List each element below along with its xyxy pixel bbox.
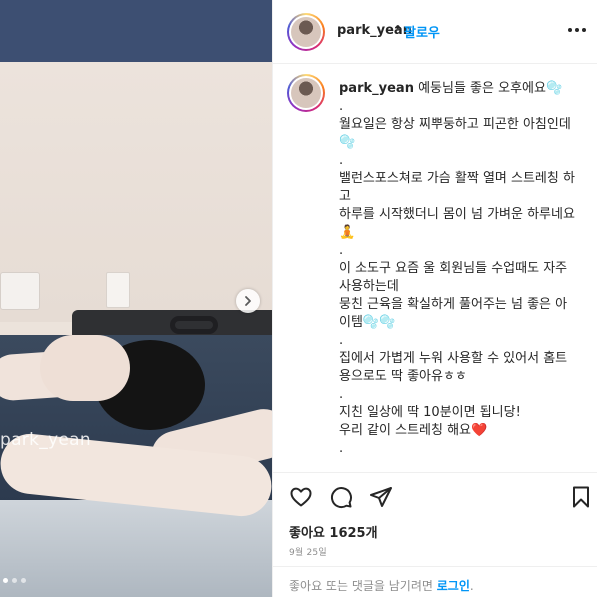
avatar-image xyxy=(291,17,321,47)
comment-icon[interactable] xyxy=(329,485,353,509)
heart-icon[interactable] xyxy=(289,485,313,509)
photo-background-top xyxy=(0,0,272,62)
carousel-dot xyxy=(3,578,8,583)
photo-reformer-handle xyxy=(170,316,218,334)
photo-wall-socket xyxy=(0,272,40,310)
carousel-dot xyxy=(12,578,17,583)
photo-wall xyxy=(0,62,272,322)
carousel-dots xyxy=(3,578,26,583)
post-header: park_yean • 팔로우 xyxy=(273,0,597,64)
caption-section: park_yean 예둥님들 좋은 오후에요🫧 . 월요일은 항상 찌뿌둥하고 … xyxy=(273,64,597,472)
photo-watermark: park_yean xyxy=(0,430,91,450)
action-bar xyxy=(273,472,597,518)
caption-text: park_yean 예둥님들 좋은 오후에요🫧 . 월요일은 항상 찌뿌둥하고 … xyxy=(339,80,575,458)
photo-face xyxy=(40,335,130,401)
login-prompt: 좋아요 또는 댓글을 남기려면 로그인. xyxy=(289,577,474,594)
post-sidebar: park_yean • 팔로우 park_yean 예둥님들 좋은 오후에요🫧 … xyxy=(272,0,597,597)
caption-username[interactable]: park_yean xyxy=(339,81,414,96)
bookmark-icon[interactable] xyxy=(569,485,593,509)
caption-avatar[interactable] xyxy=(287,74,325,112)
chevron-right-icon xyxy=(245,296,251,306)
likes-count[interactable]: 좋아요 1625개 xyxy=(289,522,378,541)
follow-button[interactable]: 팔로우 xyxy=(404,22,440,41)
share-icon[interactable] xyxy=(369,485,393,509)
next-photo-button[interactable] xyxy=(236,289,260,313)
avatar-image xyxy=(291,78,321,108)
login-prompt-bar: 좋아요 또는 댓글을 남기려면 로그인. xyxy=(273,566,597,597)
post-photo[interactable]: park_yean xyxy=(0,0,272,597)
login-prompt-suffix: . xyxy=(469,579,474,593)
header-separator: • xyxy=(394,21,402,36)
login-prompt-text: 좋아요 또는 댓글을 남기려면 xyxy=(289,579,437,593)
post-date[interactable]: 9월 25일 xyxy=(289,545,327,558)
photo-wall-switch xyxy=(106,272,130,308)
caption-body: 예둥님들 좋은 오후에요🫧 . 월요일은 항상 찌뿌둥하고 피곤한 아침인데🫧 … xyxy=(339,81,575,456)
login-link[interactable]: 로그인 xyxy=(437,579,470,593)
more-options-icon[interactable] xyxy=(568,28,586,32)
avatar[interactable] xyxy=(287,13,325,51)
carousel-dot xyxy=(21,578,26,583)
